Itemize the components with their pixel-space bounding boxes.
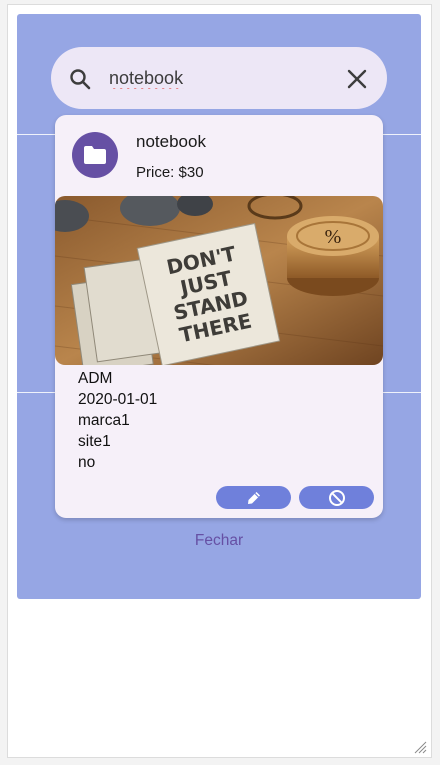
close-icon[interactable] — [346, 68, 368, 90]
block-icon — [328, 489, 345, 506]
folder-icon — [84, 146, 106, 164]
product-image: % DON'T JUST STAND THERE — [55, 196, 383, 365]
search-input[interactable] — [109, 63, 329, 93]
edit-button[interactable] — [216, 486, 291, 509]
detail-item: marca1 — [78, 412, 130, 429]
detail-item: no — [78, 454, 96, 471]
avatar — [72, 132, 118, 178]
resize-grip-icon[interactable] — [413, 740, 427, 754]
detail-item: ADM — [78, 370, 113, 387]
card-price: Price: $30 — [136, 164, 204, 181]
dialog-panel: notebook Price: $30 — [17, 14, 421, 599]
disable-button[interactable] — [299, 486, 374, 509]
product-card: notebook Price: $30 % DON'T JUST STAND T… — [55, 115, 383, 518]
search-bar — [51, 47, 387, 109]
pencil-icon — [247, 491, 260, 504]
app-window: notebook Price: $30 — [7, 4, 432, 758]
close-link[interactable]: Fechar — [17, 532, 421, 550]
card-title: notebook — [136, 132, 206, 151]
detail-item: 2020-01-01 — [78, 391, 158, 408]
search-icon[interactable] — [68, 67, 92, 91]
details-list: ADM 2020-01-01 marca1 site1 no — [78, 368, 157, 473]
svg-text:%: % — [325, 226, 342, 248]
detail-item: site1 — [78, 433, 111, 450]
